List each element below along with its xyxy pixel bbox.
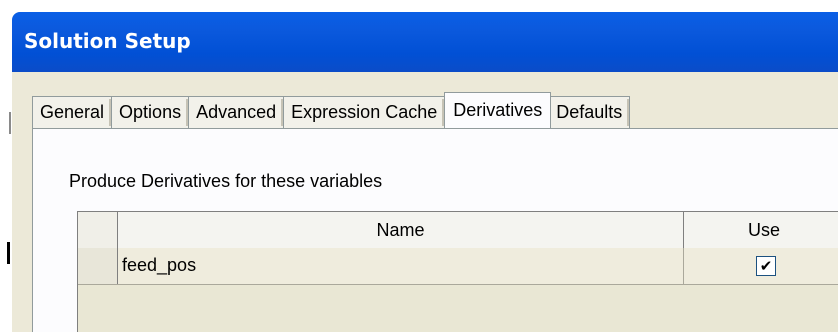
grid-header-row: Name Use [78, 212, 838, 249]
tab-defaults[interactable]: Defaults [549, 96, 631, 128]
row-selector[interactable] [78, 248, 118, 284]
variables-grid: Name Use feed_pos ✔ [77, 211, 838, 332]
table-row[interactable]: feed_pos ✔ [78, 248, 838, 285]
tab-expression-cache[interactable]: Expression Cache [284, 96, 446, 128]
panel-caption: Produce Derivatives for these variables [69, 171, 383, 191]
use-checkbox[interactable]: ✔ [756, 256, 776, 276]
column-header-name[interactable]: Name [118, 212, 684, 248]
tab-options[interactable]: Options [112, 96, 190, 128]
tab-general[interactable]: General [32, 96, 113, 128]
variable-name-cell[interactable]: feed_pos [118, 248, 684, 284]
background-window-edge-lower [7, 242, 10, 264]
background-window-edge [9, 112, 11, 134]
column-header-use[interactable]: Use [684, 212, 838, 248]
tab-derivatives[interactable]: Derivatives [444, 92, 552, 128]
title-bar[interactable]: Solution Setup [12, 12, 838, 72]
grid-corner-header[interactable] [78, 212, 118, 248]
tab-panel-derivatives: Produce Derivatives for these variables … [32, 128, 838, 332]
tab-strip: General Options Advanced Expression Cach… [32, 92, 631, 128]
solution-setup-dialog: Solution Setup Produce Derivatives for t… [12, 12, 838, 332]
tab-advanced[interactable]: Advanced [189, 96, 285, 128]
use-cell[interactable]: ✔ [684, 248, 838, 284]
dialog-title: Solution Setup [24, 29, 191, 53]
